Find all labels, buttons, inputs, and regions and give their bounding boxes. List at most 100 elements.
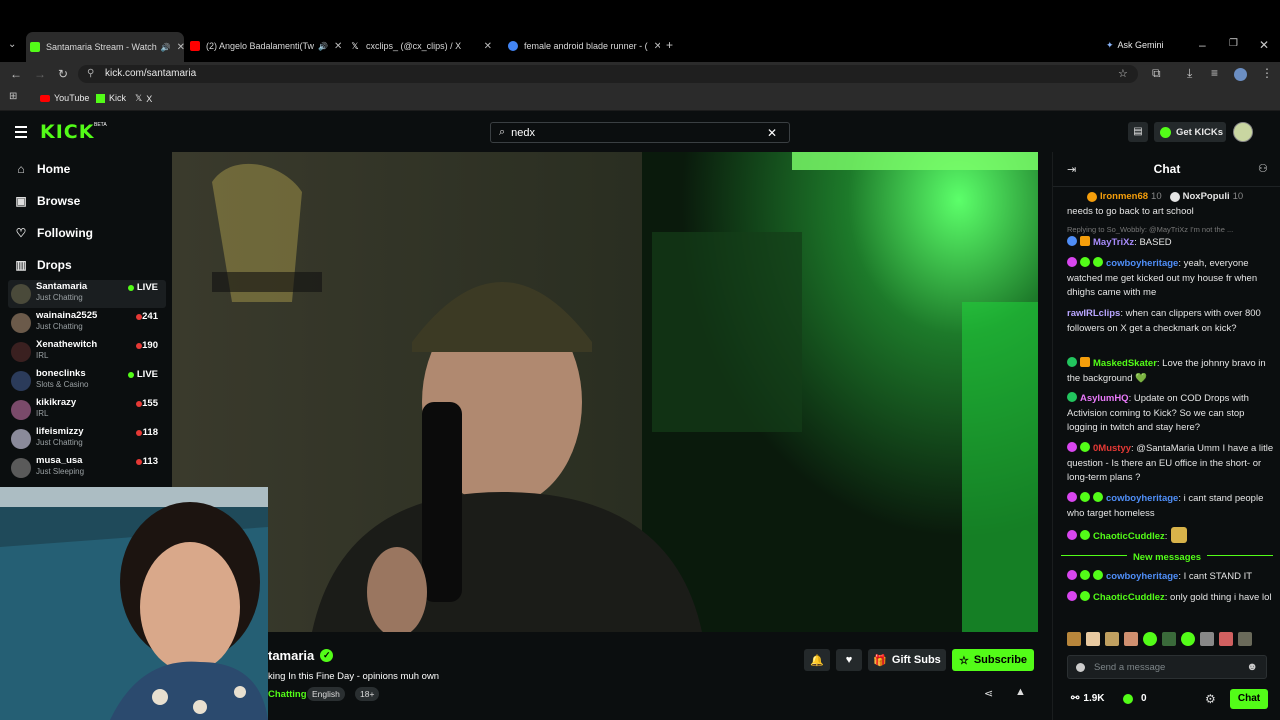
channel-item[interactable]: kikikrazy IRL 155 [8, 396, 166, 424]
bookmark-x[interactable]: 𝕏 X [135, 93, 152, 104]
emote-icon[interactable] [1181, 632, 1195, 646]
emote-icon[interactable] [1143, 632, 1157, 646]
stream-category[interactable]: Chatting [268, 689, 307, 700]
speaker-icon[interactable]: 🔊 [161, 43, 171, 52]
url-field[interactable]: ⚲ kick.com/santamaria ☆ [78, 65, 1138, 83]
site-info-icon[interactable]: ⚲ [87, 68, 94, 79]
follow-button[interactable]: ♥ [836, 649, 862, 671]
bookmark-star-icon[interactable]: ☆ [1118, 67, 1128, 80]
kicks-balance[interactable]: 0 [1123, 693, 1147, 704]
kicks-coin-icon [1123, 693, 1133, 704]
channel-item[interactable]: Xenathewitch IRL 190 [8, 338, 166, 366]
gift-subs-button[interactable]: 🎁 Gift Subs [868, 649, 946, 671]
profile-avatar[interactable] [1234, 68, 1247, 81]
back-icon[interactable]: ← [10, 68, 22, 80]
avatar [11, 342, 31, 362]
download-icon[interactable]: ⤓ [1187, 67, 1192, 79]
channel-item[interactable]: boneclinks Slots & Casino LIVE [8, 367, 166, 395]
bookmarks-bar: ⊞ YouTube Kick 𝕏 X [0, 86, 1280, 111]
share-icon[interactable]: ⋖ [984, 687, 993, 700]
ask-gemini-button[interactable]: ✦ Ask Gemini [1106, 38, 1164, 52]
chat-username[interactable]: ChaoticCuddlez [1093, 531, 1165, 542]
chat-username[interactable]: 0Mustyy [1093, 443, 1131, 454]
channel-item[interactable]: lifeismizzy Just Chatting 118 [8, 425, 166, 453]
emote-icon[interactable] [1124, 632, 1138, 646]
emote-icon[interactable] [1238, 632, 1252, 646]
close-window-icon[interactable]: ✕ [1259, 39, 1269, 51]
top-user-name[interactable]: NoxPopuli [1183, 191, 1230, 202]
hamburger-menu-icon[interactable] [15, 126, 27, 138]
chat-settings-gear-icon[interactable]: ⚙ [1205, 692, 1216, 706]
tab-search-icon[interactable]: ⌄ [8, 40, 16, 50]
emote-icon[interactable] [1086, 632, 1100, 646]
media-icon[interactable]: ≡ [1211, 67, 1218, 79]
plus-icon[interactable]: + [666, 39, 673, 51]
video-player[interactable] [172, 152, 1038, 632]
tag-18-plus[interactable]: 18+ [355, 687, 380, 701]
channel-item[interactable]: musa_usa Just Sleeping 113 [8, 454, 166, 482]
chat-username[interactable]: AsylumHQ [1080, 393, 1129, 404]
sidebar-item-label: Home [37, 162, 71, 176]
sidebar-item-drops[interactable]: ▥ Drops [14, 258, 71, 272]
top-user-name[interactable]: Ironmen68 [1100, 191, 1148, 202]
close-tab-icon[interactable]: ✕ [478, 41, 498, 52]
user-avatar[interactable] [1233, 122, 1253, 142]
kick-logo[interactable]: KICK [40, 121, 94, 143]
chat-username[interactable]: cowboyheritage [1106, 258, 1178, 269]
notification-bell-button[interactable]: 🔔 [804, 649, 830, 671]
emoji-picker-icon[interactable]: ☻ [1246, 661, 1258, 673]
chat-username[interactable]: cowboyheritage [1106, 493, 1178, 504]
search-input[interactable]: ⌕ nedx ✕ [490, 122, 790, 143]
tab-santamaria[interactable]: Santamaria Stream - Watch 🔊 ✕ [26, 32, 184, 62]
close-tab-icon[interactable]: ✕ [328, 41, 342, 52]
close-tab-icon[interactable]: ✕ [171, 42, 184, 53]
send-chat-button[interactable]: Chat [1230, 689, 1268, 709]
chat-username[interactable]: cowboyheritage [1106, 571, 1178, 582]
apps-grid-icon[interactable]: ⊞ [9, 92, 17, 102]
bookmark-youtube[interactable]: YouTube [40, 93, 89, 103]
sidebar-item-home[interactable]: ⌂ Home [14, 162, 70, 176]
live-dot [136, 459, 142, 465]
minimize-icon[interactable]: – [1199, 39, 1206, 51]
tab-title: (2) Angelo Badalamenti(Tw [206, 41, 315, 51]
chat-username[interactable]: rawIRLclips [1067, 308, 1120, 319]
streamer-name[interactable]: tamaria ✓ [268, 648, 334, 663]
emote-icon[interactable] [1105, 632, 1119, 646]
clear-search-icon[interactable]: ✕ [767, 126, 777, 140]
sidebar-item-browse[interactable]: ▣ Browse [14, 194, 80, 208]
ask-gemini-label: Ask Gemini [1117, 40, 1164, 50]
channel-item[interactable]: Santamaria Just Chatting LIVE [8, 280, 166, 308]
maximize-icon[interactable]: ❐ [1229, 39, 1238, 49]
emote-icon[interactable] [1162, 632, 1176, 646]
emote-icon[interactable] [1219, 632, 1233, 646]
channel-item[interactable]: wainaina2525 Just Chatting 241 [8, 309, 166, 337]
channel-category: Just Chatting [36, 438, 83, 447]
chat-username[interactable]: MayTriXz [1093, 237, 1134, 248]
chat-message: cowboyheritage: i cant stand people who … [1067, 492, 1275, 521]
bookmark-kick[interactable]: Kick [96, 93, 126, 103]
extensions-icon[interactable]: ⧉ [1152, 67, 1161, 79]
tab-cxclips[interactable]: 𝕏 cxclips_ (@cx_clips) / X ✕ [346, 36, 498, 56]
menu-kebab-icon[interactable]: ⋮ [1261, 67, 1273, 79]
chat-message-input[interactable]: Send a message ☻ [1067, 655, 1267, 679]
chat-username[interactable]: MaskedSkater [1093, 358, 1157, 369]
forward-icon[interactable]: → [34, 68, 46, 80]
sidebar-item-following[interactable]: ♡ Following [14, 226, 93, 240]
chat-users-icon[interactable]: ⚇ [1258, 162, 1268, 175]
emote-icon[interactable] [1200, 632, 1214, 646]
tag-english[interactable]: English [307, 687, 345, 701]
tab-google[interactable]: female android blade runner - ( ✕ [504, 36, 660, 56]
tab-angelo[interactable]: (2) Angelo Badalamenti(Tw 🔊 ✕ [186, 36, 342, 56]
subscribe-button[interactable]: ☆ Subscribe [952, 649, 1034, 671]
channel-name: boneclinks [36, 368, 86, 379]
close-tab-icon[interactable]: ✕ [648, 41, 660, 52]
reload-icon[interactable]: ↻ [58, 68, 68, 80]
chat-settings-dot-icon[interactable] [1076, 662, 1085, 672]
chat-username[interactable]: ChaoticCuddlez [1093, 592, 1165, 603]
speaker-icon[interactable]: 🔊 [318, 42, 328, 51]
dashboard-icon[interactable]: ▤ [1128, 122, 1148, 142]
get-kicks-button[interactable]: Get KICKs [1154, 122, 1226, 142]
new-messages-label[interactable]: New messages [1126, 552, 1208, 563]
emote-icon[interactable] [1067, 632, 1081, 646]
report-flag-icon[interactable]: ▲ [1015, 686, 1026, 698]
